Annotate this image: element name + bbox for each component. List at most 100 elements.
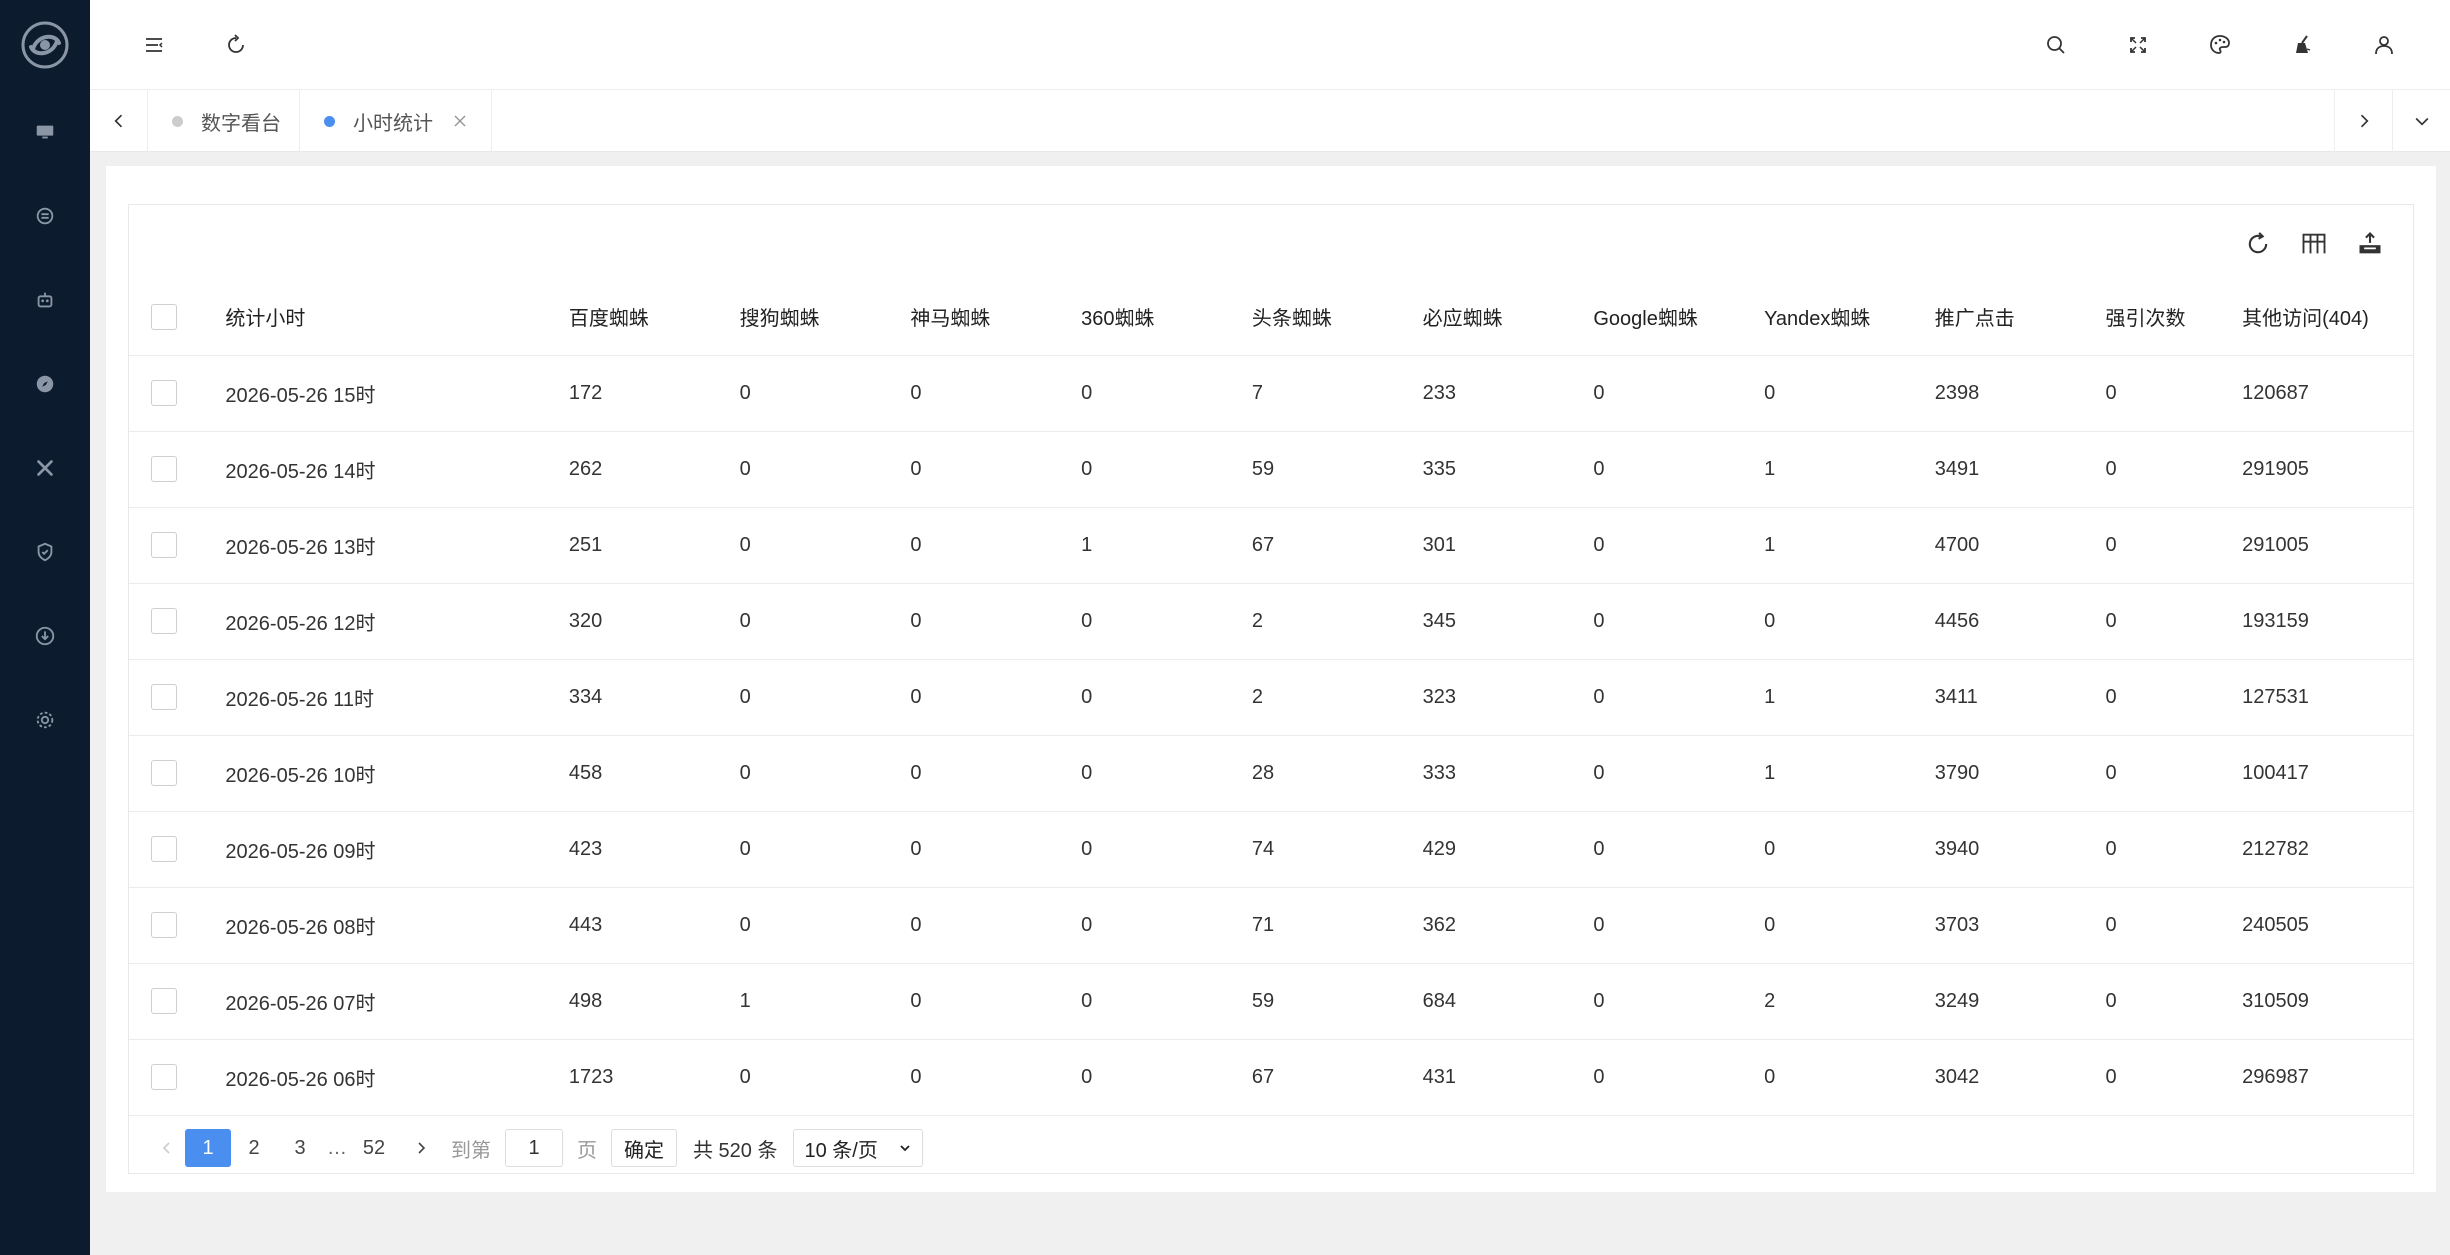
table-cell: 71 xyxy=(1251,887,1423,964)
row-select-cell xyxy=(129,507,226,584)
column-header[interactable]: 搜狗蜘蛛 xyxy=(739,279,911,356)
search-button[interactable] xyxy=(2038,27,2074,63)
column-header[interactable]: 推广点击 xyxy=(1934,279,2106,356)
table-cell: 0 xyxy=(910,811,1082,888)
table-cell: 0 xyxy=(910,583,1082,660)
goto-label: 到第 xyxy=(451,1139,491,1162)
table-row[interactable]: 2026-05-26 06时 1723 0 0 0 67 431 0 0 3042 0 296987 xyxy=(129,1039,2413,1116)
next-page-button[interactable] xyxy=(403,1129,439,1167)
sidebar-item-transfer[interactable] xyxy=(0,174,90,258)
prev-page-button[interactable] xyxy=(149,1129,185,1167)
page-number-button[interactable]: 1 xyxy=(185,1129,231,1167)
table-row[interactable]: 2026-05-26 10时 458 0 0 0 28 333 0 1 3790 0 100417 xyxy=(129,735,2413,812)
column-header[interactable]: Yandex蜘蛛 xyxy=(1764,279,1935,356)
page-ellipsis[interactable]: … xyxy=(327,1137,347,1160)
table-body: 2026-05-26 15时 172 0 0 0 7 233 0 0 2398 0 120687 202… xyxy=(129,355,2413,1116)
table-cell: 240505 xyxy=(2242,887,2413,964)
fullscreen-button[interactable] xyxy=(2120,27,2156,63)
table-cell: 1 xyxy=(739,963,911,1040)
table-cell: 0 xyxy=(739,583,911,660)
row-checkbox[interactable] xyxy=(151,1064,177,1090)
table-row[interactable]: 2026-05-26 09时 423 0 0 0 74 429 0 0 3940 0 212782 xyxy=(129,811,2413,888)
table-cell: 1 xyxy=(1764,431,1935,508)
table-cell: 323 xyxy=(1422,659,1594,736)
table-cell: 0 xyxy=(1081,583,1252,660)
sidebar-item-compass[interactable] xyxy=(0,342,90,426)
table-cell: 0 xyxy=(1081,355,1252,432)
row-checkbox[interactable] xyxy=(151,988,177,1014)
table-row[interactable]: 2026-05-26 12时 320 0 0 0 2 345 0 0 4456 0 193159 xyxy=(129,583,2413,660)
row-checkbox[interactable] xyxy=(151,760,177,786)
column-settings-button[interactable] xyxy=(2297,227,2331,261)
tab-dashboard[interactable]: 数字看台 xyxy=(148,90,300,152)
table-row[interactable]: 2026-05-26 15时 172 0 0 0 7 233 0 0 2398 0 120687 xyxy=(129,355,2413,432)
table-row[interactable]: 2026-05-26 14时 262 0 0 0 59 335 0 1 3491 0 291905 xyxy=(129,431,2413,508)
table-cell: 1723 xyxy=(568,1039,740,1116)
table-row[interactable]: 2026-05-26 07时 498 1 0 0 59 684 0 2 3249 0 310509 xyxy=(129,963,2413,1040)
select-all-checkbox[interactable] xyxy=(151,303,177,330)
column-header[interactable]: 神马蜘蛛 xyxy=(910,279,1082,356)
menu-toggle-button[interactable] xyxy=(136,27,172,63)
column-header[interactable]: 360蜘蛛 xyxy=(1081,279,1252,356)
column-header[interactable]: 强引次数 xyxy=(2105,279,2243,356)
row-checkbox[interactable] xyxy=(151,456,177,482)
row-checkbox[interactable] xyxy=(151,608,177,634)
page-number-button[interactable]: 2 xyxy=(231,1129,277,1167)
theme-button[interactable] xyxy=(2202,27,2238,63)
table-cell: 423 xyxy=(568,811,740,888)
column-header[interactable]: 统计小时 xyxy=(225,279,569,356)
table-cell: 4700 xyxy=(1934,507,2106,584)
tab-close-button[interactable] xyxy=(451,112,469,130)
sidebar-item-monitor[interactable] xyxy=(0,90,90,174)
table-cell: 0 xyxy=(1764,355,1935,432)
sidebar-item-robot[interactable] xyxy=(0,258,90,342)
refresh-button[interactable] xyxy=(218,27,254,63)
column-header[interactable]: 其他访问(404) xyxy=(2242,279,2413,356)
table-cell: 0 xyxy=(2105,811,2243,888)
tab-label: 数字看台 xyxy=(201,112,281,135)
table-cell: 2026-05-26 09时 xyxy=(225,811,569,888)
table-cell: 1 xyxy=(1764,735,1935,812)
table-cell: 0 xyxy=(910,355,1082,432)
row-checkbox[interactable] xyxy=(151,380,177,406)
row-checkbox[interactable] xyxy=(151,532,177,558)
table-cell: 0 xyxy=(1081,811,1252,888)
table-cell: 0 xyxy=(2105,507,2243,584)
table-cell: 301 xyxy=(1422,507,1594,584)
sidebar-item-tools[interactable] xyxy=(0,426,90,510)
user-button[interactable] xyxy=(2366,27,2402,63)
row-checkbox[interactable] xyxy=(151,684,177,710)
clear-cache-button[interactable] xyxy=(2284,27,2320,63)
column-header[interactable]: 必应蜘蛛 xyxy=(1422,279,1594,356)
column-header[interactable]: 百度蜘蛛 xyxy=(568,279,740,356)
sidebar-item-settings[interactable] xyxy=(0,678,90,762)
column-header[interactable]: Google蜘蛛 xyxy=(1593,279,1765,356)
logo[interactable] xyxy=(0,0,90,90)
export-button[interactable] xyxy=(2353,227,2387,261)
page-number-button[interactable]: 3 xyxy=(277,1129,323,1167)
page-number-button[interactable]: 52 xyxy=(351,1129,397,1167)
tab-hourly-stats[interactable]: 小时统计 xyxy=(300,90,492,152)
table-cell: 0 xyxy=(739,355,911,432)
sidebar-item-download[interactable] xyxy=(0,594,90,678)
sidebar-item-shield[interactable] xyxy=(0,510,90,594)
row-checkbox[interactable] xyxy=(151,912,177,938)
table-cell: 1 xyxy=(1764,507,1935,584)
row-checkbox[interactable] xyxy=(151,836,177,862)
table-cell: 0 xyxy=(2105,659,2243,736)
table-row[interactable]: 2026-05-26 08时 443 0 0 0 71 362 0 0 3703 0 240505 xyxy=(129,887,2413,964)
tabs-scroll-left-button[interactable] xyxy=(90,90,148,152)
goto-page-input[interactable] xyxy=(505,1129,563,1167)
tabs-scroll-right-button[interactable] xyxy=(2334,90,2392,152)
tab-status-dot xyxy=(324,115,335,127)
page-size-select[interactable]: 10 条/页 xyxy=(793,1129,923,1167)
table-row[interactable]: 2026-05-26 11时 334 0 0 0 2 323 0 1 3411 0 127531 xyxy=(129,659,2413,736)
table-cell: 0 xyxy=(1081,963,1252,1040)
table-cell: 251 xyxy=(568,507,740,584)
table-row[interactable]: 2026-05-26 13时 251 0 0 1 67 301 0 1 4700 0 291005 xyxy=(129,507,2413,584)
goto-confirm-button[interactable]: 确定 xyxy=(611,1129,677,1167)
tabs-menu-button[interactable] xyxy=(2392,90,2450,152)
table-refresh-button[interactable] xyxy=(2241,227,2275,261)
column-header[interactable]: 头条蜘蛛 xyxy=(1251,279,1423,356)
menu-fold-icon xyxy=(146,38,163,52)
